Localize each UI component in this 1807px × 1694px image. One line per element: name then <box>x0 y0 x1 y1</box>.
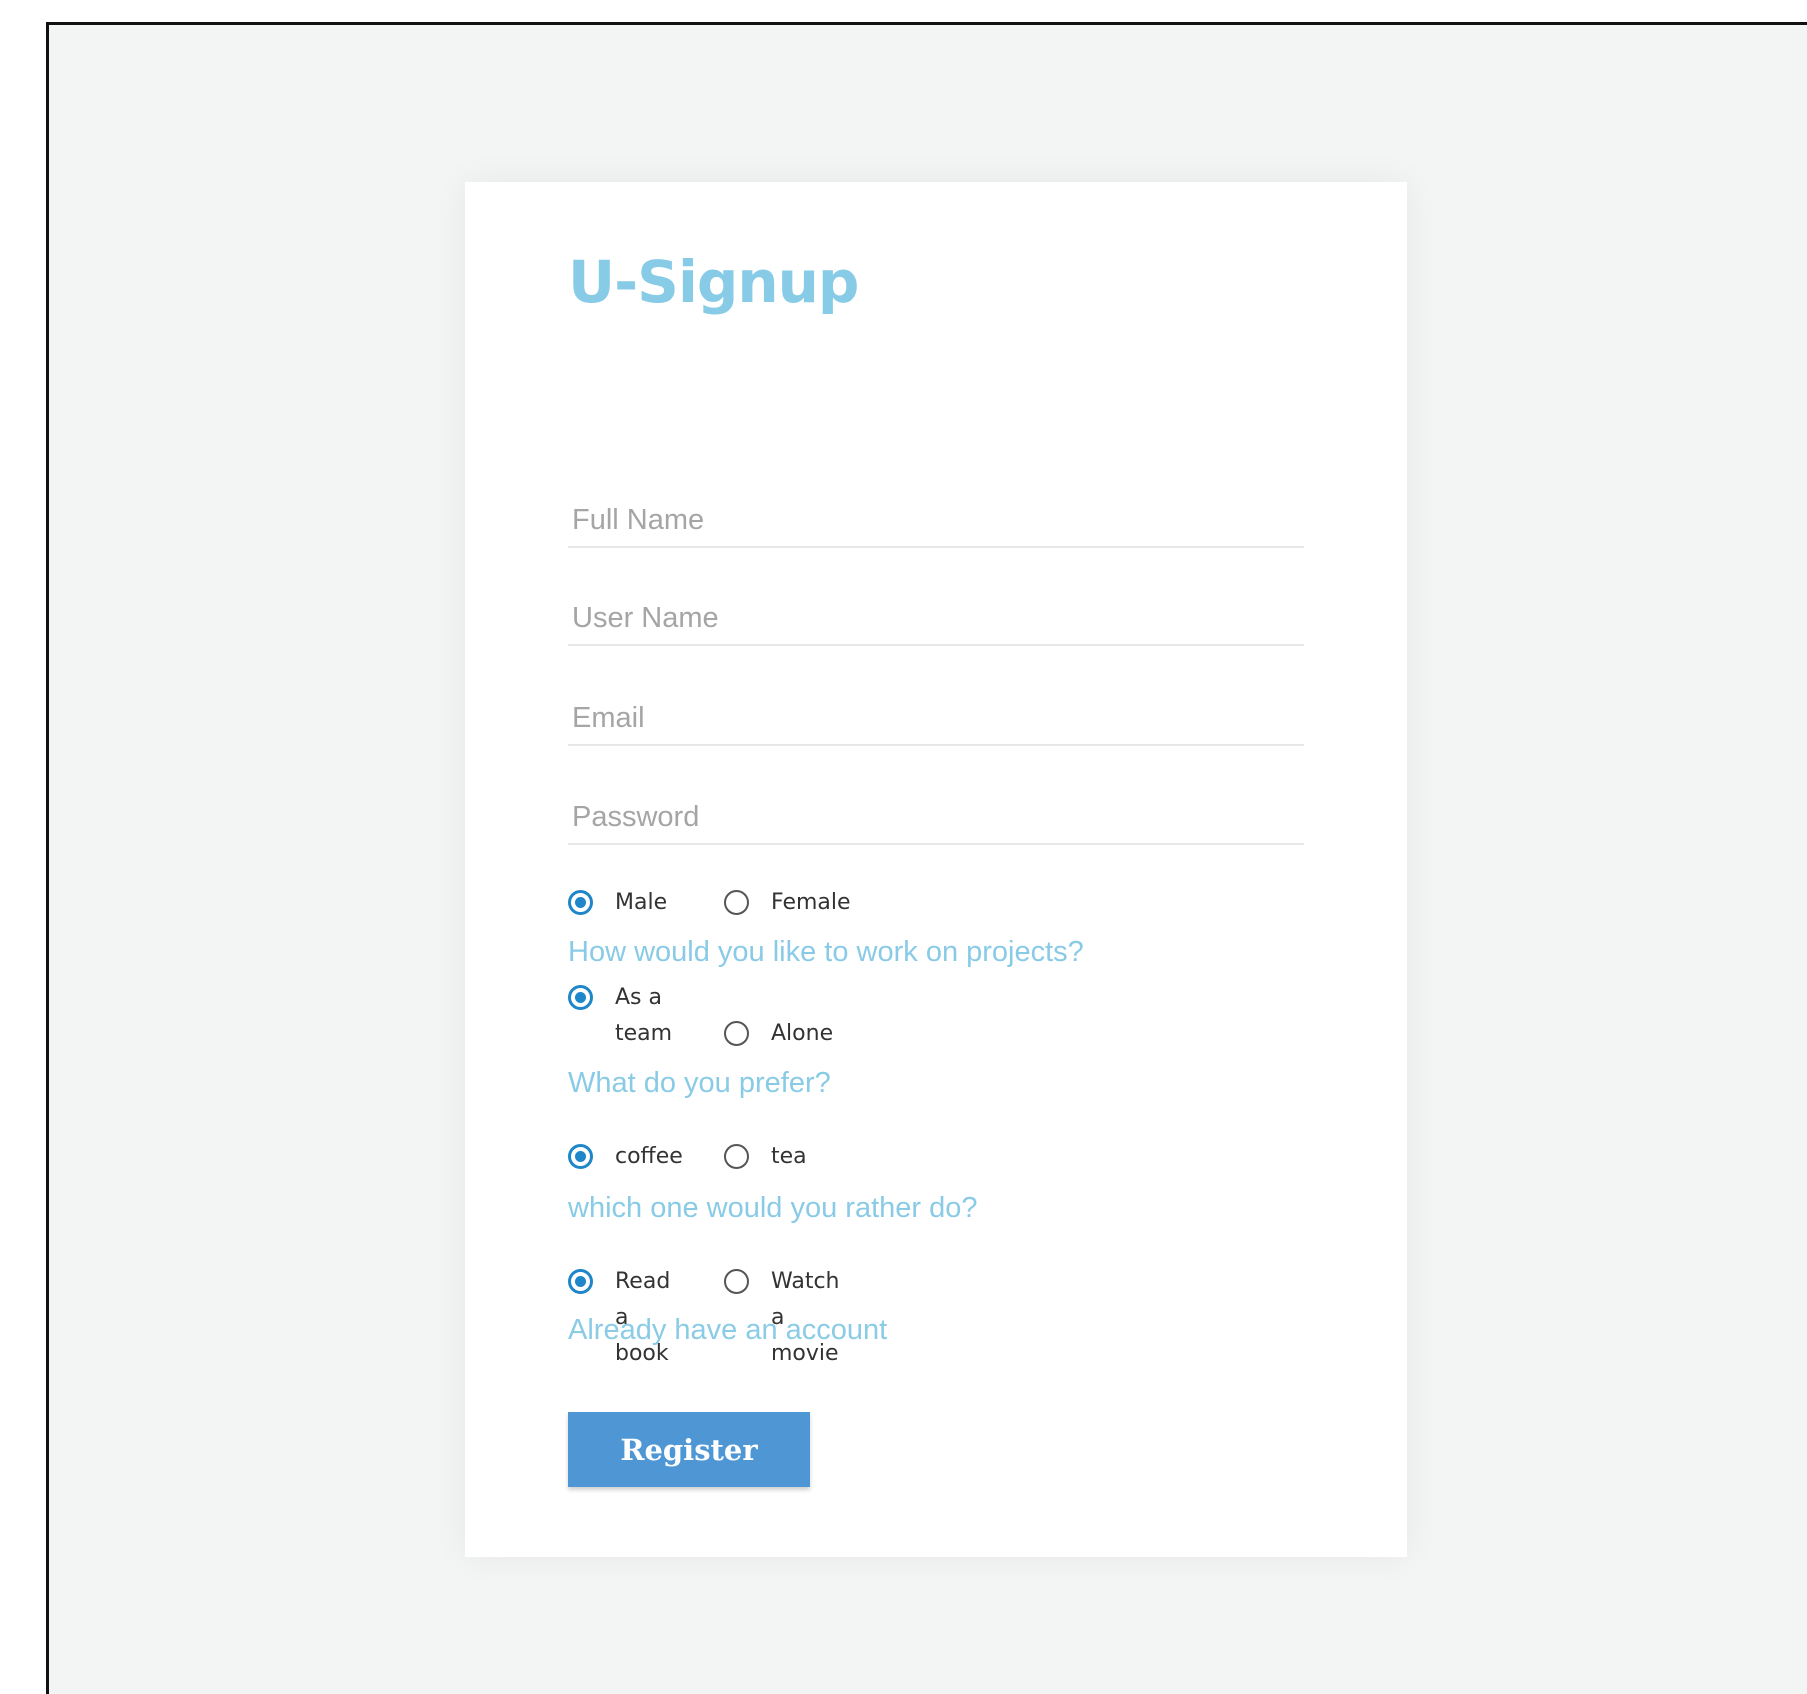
full-name-field-container <box>568 494 1304 548</box>
email-field[interactable] <box>568 692 1304 744</box>
page-title: U-Signup <box>568 248 859 316</box>
radio-unselected-icon[interactable] <box>724 1269 749 1294</box>
signup-card: U-Signup Male Female How would you like … <box>465 182 1407 1557</box>
radio-selected-icon[interactable] <box>568 890 593 915</box>
prefer-coffee-option[interactable]: coffee <box>568 1139 683 1175</box>
radio-selected-icon[interactable] <box>568 1144 593 1169</box>
radio-unselected-icon[interactable] <box>724 1021 749 1046</box>
email-field-container <box>568 692 1304 746</box>
user-name-field-container <box>568 592 1304 646</box>
projects-question: How would you like to work on projects? <box>568 936 1084 968</box>
password-field[interactable] <box>568 791 1304 843</box>
radio-unselected-icon[interactable] <box>724 1144 749 1169</box>
full-name-field[interactable] <box>568 494 1304 546</box>
prefer-coffee-label: coffee <box>615 1144 683 1169</box>
gender-female-label: Female <box>771 890 851 915</box>
gender-female-option[interactable]: Female <box>724 885 851 921</box>
projects-team-option[interactable]: As a team <box>568 980 689 1052</box>
radio-unselected-icon[interactable] <box>724 890 749 915</box>
projects-alone-label: Alone <box>771 1021 834 1046</box>
gender-male-label: Male <box>615 890 668 915</box>
radio-selected-icon[interactable] <box>568 1269 593 1294</box>
user-name-field[interactable] <box>568 592 1304 644</box>
projects-team-label: As a team <box>615 985 673 1046</box>
password-field-container <box>568 791 1304 845</box>
browser-viewport: U-Signup Male Female How would you like … <box>46 22 1807 1694</box>
register-button[interactable]: Register <box>568 1412 810 1487</box>
gender-male-option[interactable]: Male <box>568 885 667 921</box>
rather-question: which one would you rather do? <box>568 1192 978 1224</box>
prefer-tea-label: tea <box>771 1144 807 1169</box>
projects-alone-option[interactable]: Alone <box>724 1016 833 1052</box>
already-have-account-link[interactable]: Already have an account <box>568 1314 887 1347</box>
prefer-tea-option[interactable]: tea <box>724 1139 807 1175</box>
prefer-question: What do you prefer? <box>568 1067 831 1099</box>
radio-selected-icon[interactable] <box>568 985 593 1010</box>
